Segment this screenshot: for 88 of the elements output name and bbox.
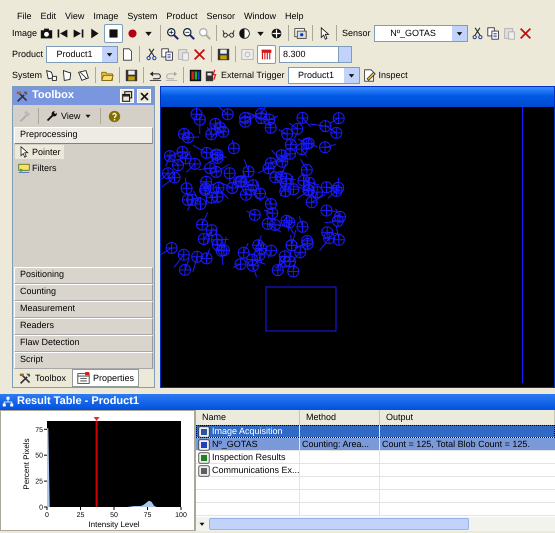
- menu-item[interactable]: System: [127, 10, 158, 22]
- x-mark-icon[interactable]: [518, 26, 532, 40]
- toolbar-label: Product: [12, 48, 44, 60]
- bars-icon[interactable]: [189, 68, 202, 82]
- category-header[interactable]: Flaw Detection: [14, 335, 153, 352]
- restore-icon[interactable]: [122, 90, 132, 102]
- table-row[interactable]: Image Acquisition: [196, 425, 555, 438]
- tools-icon: [16, 90, 29, 102]
- toolbar-label: Image: [12, 28, 38, 38]
- table-cell-text: Counting: Area...: [301, 438, 370, 451]
- column-header[interactable]: Method: [300, 410, 380, 425]
- menu-item[interactable]: Edit: [40, 10, 56, 22]
- table-cell: Inspection Results: [196, 451, 300, 464]
- menu-item[interactable]: Window: [244, 10, 276, 22]
- module-icon: [198, 426, 210, 438]
- module-icon: [198, 452, 210, 464]
- x-mark-icon[interactable]: [193, 48, 206, 60]
- horizontal-scrollbar[interactable]: [196, 517, 555, 531]
- view-button[interactable]: View: [46, 110, 94, 122]
- table-cell: Communications Ex...: [196, 464, 300, 477]
- table-cell: Nº_GOTAS: [196, 438, 300, 451]
- comb-icon[interactable]: [260, 48, 274, 60]
- lightning-icon: [205, 68, 218, 82]
- inspect-button[interactable]: Inspect: [362, 68, 408, 82]
- properties-icon: [77, 372, 90, 384]
- roi-rectangle: [266, 286, 336, 332]
- menu-item[interactable]: Help: [285, 10, 304, 22]
- menu-item[interactable]: View: [65, 10, 84, 22]
- scissors-icon[interactable]: [145, 48, 158, 60]
- undo-icon[interactable]: [149, 68, 162, 82]
- scissors-icon[interactable]: [470, 26, 484, 40]
- menu-item[interactable]: Image: [93, 10, 118, 22]
- axis-title: Percent Pixels: [22, 438, 31, 490]
- sensor-dropdown[interactable]: Nº_GOTAS: [374, 24, 468, 42]
- zoom-in-icon[interactable]: [166, 26, 180, 40]
- pointer-icon: [18, 146, 30, 158]
- copy-icon[interactable]: [486, 26, 500, 40]
- axis-title: Intensity Level: [88, 520, 140, 529]
- camera-icon[interactable]: [40, 26, 54, 40]
- table-cell: Image Acquisition: [196, 425, 300, 438]
- skip-back-icon[interactable]: [56, 26, 70, 40]
- table-row[interactable]: Nº_GOTAS Counting: Area... Count = 125, Total Blob Count = 125.: [196, 438, 555, 451]
- wrench-icon: [46, 110, 58, 122]
- menu-item[interactable]: Sensor: [206, 10, 235, 22]
- tool-item[interactable]: Filters: [15, 161, 60, 175]
- close-icon[interactable]: [138, 90, 150, 102]
- tools-icon: [19, 372, 32, 384]
- category-header[interactable]: Readers: [14, 318, 153, 335]
- category-header[interactable]: Counting: [14, 284, 153, 301]
- product-dropdown[interactable]: Product1: [46, 46, 118, 62]
- copy-icon[interactable]: [161, 48, 174, 60]
- record-icon[interactable]: [126, 26, 140, 40]
- category-header[interactable]: Positioning: [14, 267, 153, 284]
- module-icon: [198, 464, 210, 476]
- trigger-button[interactable]: External Trigger: [205, 68, 285, 82]
- edit-document-icon: [362, 68, 376, 82]
- polygon-icon[interactable]: [45, 68, 58, 82]
- skip-forward-icon[interactable]: [72, 26, 86, 40]
- table-cell-text: Count = 125, Total Blob Count = 125.: [381, 438, 531, 451]
- module-icon: [198, 438, 210, 450]
- crosshair-icon[interactable]: [270, 26, 284, 40]
- zoom-out-icon[interactable]: [182, 26, 196, 40]
- help-icon[interactable]: [108, 110, 122, 122]
- toolbar-label: System: [12, 70, 42, 80]
- product-dropdown[interactable]: Product1: [288, 66, 360, 84]
- category-header[interactable]: Preprocessing: [14, 127, 153, 144]
- table-row[interactable]: Communications Ex...: [196, 464, 555, 477]
- polygon-icon[interactable]: [77, 68, 90, 82]
- stop-icon[interactable]: [107, 26, 120, 40]
- pointer-icon[interactable]: [318, 26, 332, 40]
- sensor-label: Sensor: [342, 28, 371, 38]
- menu-item[interactable]: File: [17, 10, 32, 22]
- window-icon[interactable]: [294, 26, 308, 40]
- filter-icon: [18, 162, 30, 174]
- menu-item[interactable]: Product: [166, 10, 198, 22]
- table-row[interactable]: Inspection Results: [196, 451, 555, 464]
- column-header[interactable]: Output: [380, 410, 555, 425]
- category-header[interactable]: Measurement: [14, 301, 153, 318]
- category-header[interactable]: Script: [14, 352, 153, 369]
- hierarchy-icon: [2, 396, 14, 408]
- value-field[interactable]: 8.300: [279, 46, 340, 62]
- panel-tab[interactable]: Properties: [72, 369, 140, 387]
- contrast-icon[interactable]: [238, 26, 252, 40]
- tool-item[interactable]: Pointer: [15, 145, 64, 159]
- panel-title: Result Table - Product1: [17, 395, 140, 409]
- document-icon[interactable]: [121, 48, 134, 60]
- panel-title: Toolbox: [32, 89, 75, 103]
- column-header[interactable]: Name: [196, 410, 300, 425]
